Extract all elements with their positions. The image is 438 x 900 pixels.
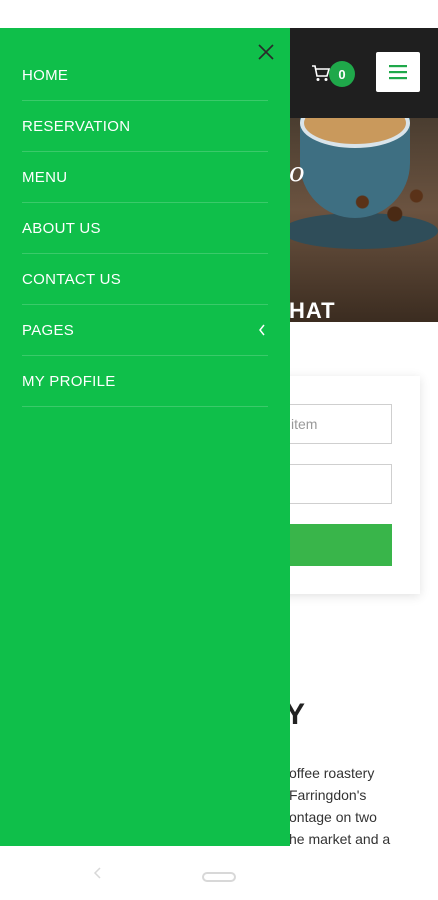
menu-item-label: MY PROFILE (22, 372, 116, 390)
menu-item-label: CONTACT US (22, 270, 122, 288)
menu-item-about-us[interactable]: ABOUT US (22, 203, 268, 254)
menu-item-label: RESERVATION (22, 117, 131, 135)
menu-item-pages[interactable]: PAGES (22, 305, 268, 356)
menu-item-my-profile[interactable]: MY PROFILE (22, 356, 268, 407)
home-pill-icon[interactable] (202, 872, 236, 882)
drawer-menu-list: HOME RESERVATION MENU ABOUT US CONTACT U… (22, 50, 268, 407)
chevron-left-icon[interactable] (256, 324, 268, 336)
menu-item-contact-us[interactable]: CONTACT US (22, 254, 268, 305)
menu-item-home[interactable]: HOME (22, 50, 268, 101)
status-bar (0, 0, 438, 28)
menu-item-label: ABOUT US (22, 219, 101, 237)
menu-item-label: PAGES (22, 321, 75, 339)
menu-item-reservation[interactable]: RESERVATION (22, 101, 268, 152)
menu-item-label: MENU (22, 168, 68, 186)
menu-item-label: HOME (22, 66, 69, 84)
system-navigation-bar (0, 846, 438, 900)
menu-item-menu[interactable]: MENU (22, 152, 268, 203)
drawer-overlay[interactable] (290, 28, 438, 846)
back-icon[interactable] (90, 864, 106, 882)
navigation-drawer: HOME RESERVATION MENU ABOUT US CONTACT U… (0, 28, 290, 846)
